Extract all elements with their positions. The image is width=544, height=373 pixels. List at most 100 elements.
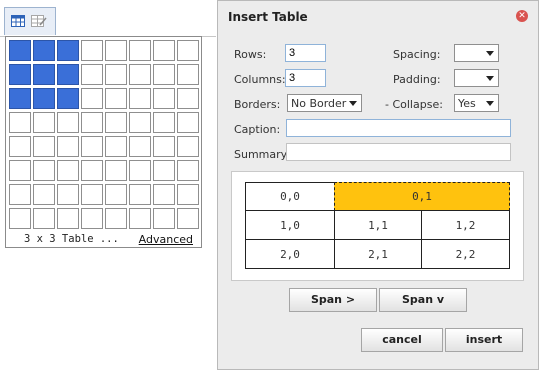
picker-cell[interactable] (81, 136, 103, 157)
cancel-button[interactable]: cancel (361, 328, 443, 352)
picker-cell[interactable] (153, 88, 175, 109)
picker-cell[interactable] (33, 160, 55, 181)
picker-cell[interactable] (81, 160, 103, 181)
picker-cell[interactable] (177, 208, 199, 229)
picker-cell[interactable] (57, 136, 79, 157)
picker-cell[interactable] (177, 160, 199, 181)
table-icon (11, 15, 25, 27)
picker-cell[interactable] (57, 112, 79, 133)
borders-select[interactable]: No Border (287, 94, 362, 112)
picker-cell[interactable] (177, 184, 199, 205)
padding-select[interactable] (454, 69, 499, 87)
picker-cell[interactable] (105, 112, 127, 133)
preview-cell[interactable]: 0,0 (245, 182, 335, 211)
table-preview: 0,0 0,1 1,0 1,1 1,2 2,0 2,1 2,2 (231, 171, 524, 281)
picker-cell[interactable] (57, 160, 79, 181)
picker-cell[interactable] (81, 40, 103, 61)
picker-cell[interactable] (153, 112, 175, 133)
picker-cell[interactable] (9, 40, 31, 61)
picker-cell[interactable] (153, 64, 175, 85)
picker-cell[interactable] (81, 208, 103, 229)
preview-cell-label: 0,0 (280, 190, 300, 203)
caption-label: Caption: (234, 123, 281, 136)
picker-cell[interactable] (33, 88, 55, 109)
picker-cell[interactable] (105, 136, 127, 157)
picker-cell[interactable] (129, 88, 151, 109)
picker-cell[interactable] (153, 184, 175, 205)
summary-input[interactable] (286, 143, 511, 161)
picker-cell[interactable] (153, 40, 175, 61)
picker-cell[interactable] (105, 208, 127, 229)
picker-cell[interactable] (33, 112, 55, 133)
picker-cell[interactable] (9, 64, 31, 85)
span-right-button[interactable]: Span > (289, 288, 377, 312)
picker-cell[interactable] (33, 136, 55, 157)
picker-cell[interactable] (57, 64, 79, 85)
picker-cell[interactable] (177, 136, 199, 157)
picker-cell[interactable] (177, 88, 199, 109)
picker-cell[interactable] (57, 40, 79, 61)
close-icon[interactable]: ✕ (516, 10, 528, 22)
picker-cell[interactable] (105, 40, 127, 61)
picker-cell[interactable] (9, 136, 31, 157)
picker-cell[interactable] (57, 184, 79, 205)
preview-cell-label: 1,2 (455, 218, 476, 232)
dialog-title: Insert Table (228, 10, 308, 24)
toolbar (0, 0, 216, 36)
picker-cell[interactable] (177, 64, 199, 85)
preview-cell-label: 2,2 (455, 247, 476, 261)
preview-cell-label: 1,0 (280, 218, 300, 232)
picker-cell[interactable] (129, 136, 151, 157)
picker-cell[interactable] (105, 184, 127, 205)
caption-input[interactable] (286, 119, 511, 137)
table-button[interactable] (4, 7, 56, 35)
span-down-button[interactable]: Span v (379, 288, 467, 312)
picker-cell[interactable] (81, 64, 103, 85)
picker-cell[interactable] (153, 136, 175, 157)
picker-cell[interactable] (9, 208, 31, 229)
picker-cell[interactable] (177, 112, 199, 133)
collapse-label: - Collapse: (385, 98, 443, 111)
picker-cell[interactable] (33, 64, 55, 85)
picker-cell[interactable] (177, 40, 199, 61)
chevron-down-icon (486, 101, 494, 106)
picker-cell[interactable] (33, 40, 55, 61)
picker-cell[interactable] (105, 160, 127, 181)
preview-cell[interactable]: 2,0 (245, 239, 335, 269)
picker-cell[interactable] (9, 184, 31, 205)
picker-cell[interactable] (105, 64, 127, 85)
picker-cell[interactable] (129, 160, 151, 181)
picker-cell[interactable] (9, 160, 31, 181)
preview-cell[interactable]: 1,0 (245, 210, 335, 240)
picker-cell[interactable] (81, 184, 103, 205)
preview-cell-label: 1,1 (368, 218, 388, 232)
picker-cell[interactable] (81, 88, 103, 109)
picker-cell[interactable] (153, 208, 175, 229)
preview-cell-selected[interactable]: 0,1 (334, 182, 510, 211)
preview-cell[interactable]: 2,2 (421, 239, 510, 269)
picker-cell[interactable] (105, 88, 127, 109)
picker-cell[interactable] (129, 40, 151, 61)
picker-cell[interactable] (9, 112, 31, 133)
picker-cell[interactable] (81, 112, 103, 133)
advanced-link[interactable]: Advanced (139, 233, 193, 246)
picker-cell[interactable] (9, 88, 31, 109)
spacing-select[interactable] (454, 44, 499, 62)
picker-cell[interactable] (129, 112, 151, 133)
picker-cell[interactable] (129, 208, 151, 229)
picker-cell[interactable] (57, 88, 79, 109)
columns-input[interactable] (285, 69, 326, 87)
insert-button[interactable]: insert (445, 328, 523, 352)
picker-cell[interactable] (129, 184, 151, 205)
picker-cell[interactable] (33, 208, 55, 229)
picker-cell[interactable] (33, 184, 55, 205)
preview-cell-label: 0,1 (412, 190, 432, 203)
picker-cell[interactable] (153, 160, 175, 181)
picker-cell[interactable] (57, 208, 79, 229)
collapse-select[interactable]: Yes (454, 94, 499, 112)
rows-input[interactable] (285, 44, 326, 62)
preview-cell[interactable]: 1,1 (334, 210, 422, 240)
preview-cell[interactable]: 2,1 (334, 239, 422, 269)
preview-cell[interactable]: 1,2 (421, 210, 510, 240)
picker-cell[interactable] (129, 64, 151, 85)
